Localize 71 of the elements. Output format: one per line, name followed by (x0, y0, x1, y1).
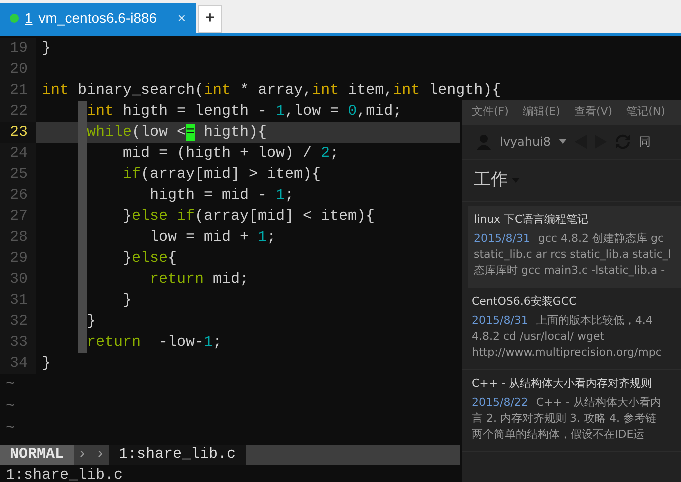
close-icon[interactable]: × (178, 10, 186, 26)
code-line: low = mid + 1; (149, 228, 276, 248)
code-line: } (122, 291, 132, 311)
code-line: int binary_search(int * array,int item,int length){ (41, 81, 502, 101)
code-line: } (86, 312, 96, 332)
menu-item[interactable]: 编辑(E) (522, 104, 560, 120)
note-snippet: http://www.multiprecision.org/mpc (472, 346, 662, 359)
tab[interactable]: 1 vm_centos6.6-i886 × (0, 3, 196, 33)
line-number: 24 (0, 143, 36, 164)
menu-item[interactable]: 笔记(N) (626, 104, 666, 120)
line-number: 19 (0, 38, 36, 59)
code-line: } (41, 354, 52, 374)
menu-item[interactable]: 查看(V) (574, 104, 613, 120)
code-line: if(array[mid] > item){ (122, 165, 322, 185)
note-title: C++ - 从结构体大小看内存对齐规则 (472, 376, 654, 391)
line-number: 29 (0, 248, 36, 269)
command-line: 1:share_lib.c (5, 466, 124, 482)
code-line: higth = mid - 1; (149, 186, 294, 206)
separator-icon: › › (74, 445, 110, 465)
line-number: 31 (0, 290, 36, 311)
empty-line-tilde: ~ (6, 376, 16, 393)
line-number: 22 (0, 101, 36, 122)
empty-line-tilde: ~ (6, 420, 16, 437)
code-line: }else if(array[mid] < item){ (122, 207, 376, 227)
note-snippet: 两个简单的结构体，假设不在IDE运 (472, 428, 645, 441)
caret-icon[interactable] (559, 139, 568, 144)
note-item[interactable]: linux 下C语言编程笔记 2015/8/31 gcc 4.8.2 创建静态库 gc static_lib.c ar rcs static_lib.a static_l 态库库时 gcc main3.c -lstatic_lib.a - (468, 206, 681, 288)
line-number: 21 (0, 80, 36, 101)
note-snippet: 态库库时 gcc main3.c -lstatic_lib.a - (474, 264, 666, 277)
status-file-name: 1:share_lib.c (109, 445, 246, 465)
mode-indicator: NORMAL (0, 445, 74, 465)
empty-line-tilde: ~ (6, 398, 16, 415)
code-line: while(low <= higth){ (86, 123, 268, 143)
note-snippet: gcc 4.8.2 创建静态库 gc (538, 232, 664, 245)
code-line: int higth = length - 1,low = 0,mid; (86, 102, 402, 122)
note-snippet: C++ - 从结构体大小看内 (536, 396, 662, 409)
note-item[interactable]: C++ - 从结构体大小看内存对齐规则 2015/8/22 C++ - 从结构体大小看内 言 2. 内存对齐规则 3. 攻略 4. 参考链 两个简单的结构体，假设不在IDE运 (462, 370, 681, 452)
line-number: 20 (0, 59, 36, 80)
sync-label[interactable]: 同 (639, 132, 652, 150)
code-line: return -low-1; (86, 333, 222, 353)
tab-title: vm_centos6.6-i886 (38, 10, 158, 26)
note-date: 2015/8/31 (472, 314, 528, 327)
note-title: CentOS6.6安装GCC (472, 294, 578, 309)
line-number: 28 (0, 227, 36, 248)
code-line: mid = (higth + low) / 2; (122, 144, 340, 164)
line-number: 32 (0, 311, 36, 332)
note-title: linux 下C语言编程笔记 (474, 212, 590, 227)
code-line: } (41, 39, 52, 59)
line-number: 34 (0, 353, 36, 374)
note-item[interactable]: CentOS6.6安装GCC 2015/8/31 上面的版本比较低，4.4 4.8.2 cd /usr/local/ wget http://www.multiprecision.org/mpc (462, 288, 681, 370)
note-snippet: static_lib.c ar rcs static_lib.a static_l (474, 248, 672, 261)
line-number: 30 (0, 269, 36, 290)
status-dot-icon (10, 14, 19, 22)
line-number: 25 (0, 164, 36, 185)
line-number: 26 (0, 185, 36, 206)
notebook-title[interactable]: 工作 (474, 168, 508, 193)
note-snippet: 上面的版本比较低，4.4 (536, 314, 653, 327)
note-snippet: 言 2. 内存对齐规则 3. 攻略 4. 参考链 (472, 412, 656, 425)
note-date: 2015/8/22 (472, 396, 528, 409)
user-name[interactable]: lvyahui8 (500, 132, 552, 150)
code-line: }else{ (122, 249, 178, 269)
line-number: 23 (0, 122, 36, 143)
tab-number: 1 (25, 10, 33, 26)
cursor: = (186, 124, 196, 141)
line-number: 27 (0, 206, 36, 227)
new-tab-button[interactable]: + (198, 5, 222, 33)
note-date: 2015/8/31 (474, 232, 530, 245)
line-number: 33 (0, 332, 36, 353)
note-snippet: 4.8.2 cd /usr/local/ wget (472, 330, 605, 343)
code-line: return mid; (149, 270, 250, 290)
menu-item[interactable]: 文件(F) (472, 104, 509, 120)
